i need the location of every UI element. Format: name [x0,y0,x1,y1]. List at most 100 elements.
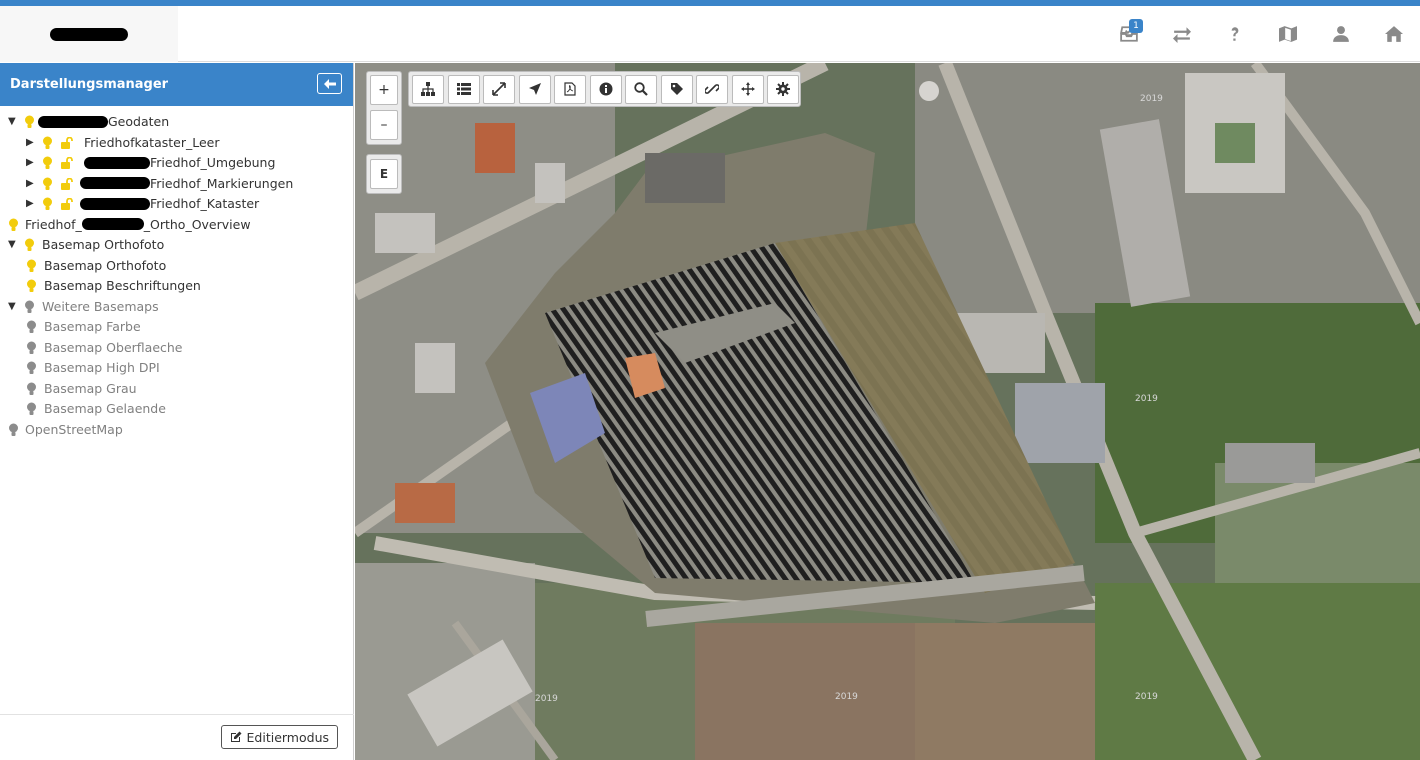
home-button[interactable] [1367,6,1420,62]
layer-label: OpenStreetMap [25,421,123,437]
layer-label: Friedhof_Umgebung [84,155,275,170]
fullscreen-button[interactable] [483,74,515,104]
layer-label: Basemap Orthofoto [44,257,167,273]
imagery-year-label: 2019 [535,694,558,704]
visibility-bulb-icon[interactable] [24,300,35,314]
unlock-icon[interactable] [61,198,75,210]
expand-toggle[interactable]: ▶ [26,158,36,168]
unlock-icon[interactable] [61,136,75,149]
layer-basemap-high-dpi[interactable]: Basemap High DPI [0,358,353,379]
unlock-icon[interactable] [61,157,75,169]
visibility-bulb-icon[interactable] [24,115,35,129]
tree-button[interactable] [412,74,444,104]
list-button[interactable] [447,74,480,104]
settings-button[interactable] [767,74,799,104]
expand-toggle[interactable]: ▶ [26,137,36,148]
pdf-icon [564,82,576,96]
layer-label: Friedhof_ _Ortho_Overview [25,216,251,232]
layer-tree: ▼ Geodaten ▶ Friedhofkataster_Leer ▶ Fri… [0,106,353,440]
layer-friedhof-umgebung[interactable]: ▶ Friedhof_Umgebung [0,153,353,174]
layer-basemap-farbe[interactable]: Basemap Farbe [0,317,353,338]
layer-label: Friedhofkataster_Leer [84,134,220,150]
collapse-toggle[interactable]: ▼ [8,240,18,250]
layer-label: Basemap Farbe [44,319,141,334]
visibility-bulb-icon[interactable] [8,423,19,437]
user-button[interactable] [1314,6,1367,62]
zoom-in-button[interactable]: + [370,75,398,105]
expand-toggle[interactable]: ▶ [26,199,36,209]
imagery-year-label: 2019 [835,692,858,702]
unlock-icon[interactable] [61,177,75,190]
header-icons: 1 [1102,6,1420,62]
visibility-bulb-icon[interactable] [24,238,35,252]
visibility-bulb-icon[interactable] [42,156,53,170]
visibility-bulb-icon[interactable] [26,279,37,293]
redacted-text [84,156,150,169]
panel-title: Darstellungsmanager [10,77,169,92]
layer-basemap-grau[interactable]: Basemap Grau [0,379,353,400]
visibility-bulb-icon[interactable] [42,177,53,191]
visibility-bulb-icon[interactable] [26,402,37,416]
layer-basemap-oberflaeche[interactable]: Basemap Oberflaeche [0,338,353,359]
app-header: 1 [0,6,1420,62]
locate-button[interactable] [518,74,551,104]
layer-label: Basemap Beschriftungen [44,278,201,293]
layer-group-basemap-orthofoto[interactable]: ▼ Basemap Orthofoto [0,235,353,256]
zoom-controls: + – [366,71,402,145]
edit-mode-button[interactable]: Editiermodus [220,725,338,749]
visibility-bulb-icon[interactable] [26,361,37,375]
visibility-bulb-icon[interactable] [26,382,37,396]
move-button[interactable] [731,74,764,104]
layer-friedhofkataster-leer[interactable]: ▶ Friedhofkataster_Leer [0,133,353,154]
link-icon [705,84,719,94]
layer-label: Friedhof_Kataster [80,196,259,211]
move-icon [740,82,755,96]
expand-toggle[interactable]: ▶ [26,178,36,189]
zoom-out-button[interactable]: – [370,110,398,140]
expand-icon [492,82,506,96]
visibility-bulb-icon[interactable] [42,136,53,150]
layer-basemap-beschriftungen[interactable]: Basemap Beschriftungen [0,276,353,297]
visibility-bulb-icon[interactable] [8,218,19,232]
layer-group-weitere-basemaps[interactable]: ▼ Weitere Basemaps [0,297,353,318]
edit-mode-control: E [366,154,402,194]
notification-badge: 1 [1129,19,1143,33]
collapse-toggle[interactable]: ▼ [8,301,18,312]
swap-button[interactable] [1155,6,1208,62]
layer-friedhof-markierungen[interactable]: ▶ Friedhof_Markierungen [0,174,353,195]
layer-ortho-overview[interactable]: Friedhof_ _Ortho_Overview [0,215,353,236]
search-button[interactable] [625,74,657,104]
visibility-bulb-icon[interactable] [42,197,53,211]
visibility-bulb-icon[interactable] [26,320,37,334]
visibility-bulb-icon[interactable] [26,259,37,273]
collapse-toggle[interactable]: ▼ [8,117,18,127]
edit-icon [230,731,242,742]
layer-basemap-orthofoto[interactable]: Basemap Orthofoto [0,256,353,277]
panel-header: Darstellungsmanager [0,63,353,106]
user-icon [1332,26,1349,42]
collapse-panel-button[interactable] [317,73,342,94]
swap-icon [1172,27,1191,43]
redacted-text [81,218,144,230]
map-button[interactable] [1261,6,1314,62]
layer-basemap-gelaende[interactable]: Basemap Gelaende [0,399,353,420]
search-icon [634,82,648,96]
redacted-text [80,177,150,189]
layer-label: Weitere Basemaps [42,298,159,314]
visibility-bulb-icon[interactable] [26,341,37,355]
inbox-button[interactable]: 1 [1102,6,1155,62]
layer-group-geodaten[interactable]: ▼ Geodaten [0,112,353,133]
help-button[interactable] [1208,6,1261,62]
info-button[interactable] [589,74,622,104]
layer-friedhof-kataster[interactable]: ▶ Friedhof_Kataster [0,194,353,215]
edit-mode-e-button[interactable]: E [370,159,398,189]
layer-openstreetmap[interactable]: OpenStreetMap [0,420,353,441]
link-button[interactable] [696,74,728,104]
aerial-imagery[interactable]: 2019 2019 2019 2019 2019 [355,63,1420,760]
pdf-export-button[interactable] [554,74,586,104]
redacted-text [38,115,108,128]
gear-icon [776,82,790,96]
tag-button[interactable] [660,74,693,104]
map-view[interactable]: 2019 2019 2019 2019 2019 [355,63,1420,760]
app-logo[interactable] [0,6,178,62]
